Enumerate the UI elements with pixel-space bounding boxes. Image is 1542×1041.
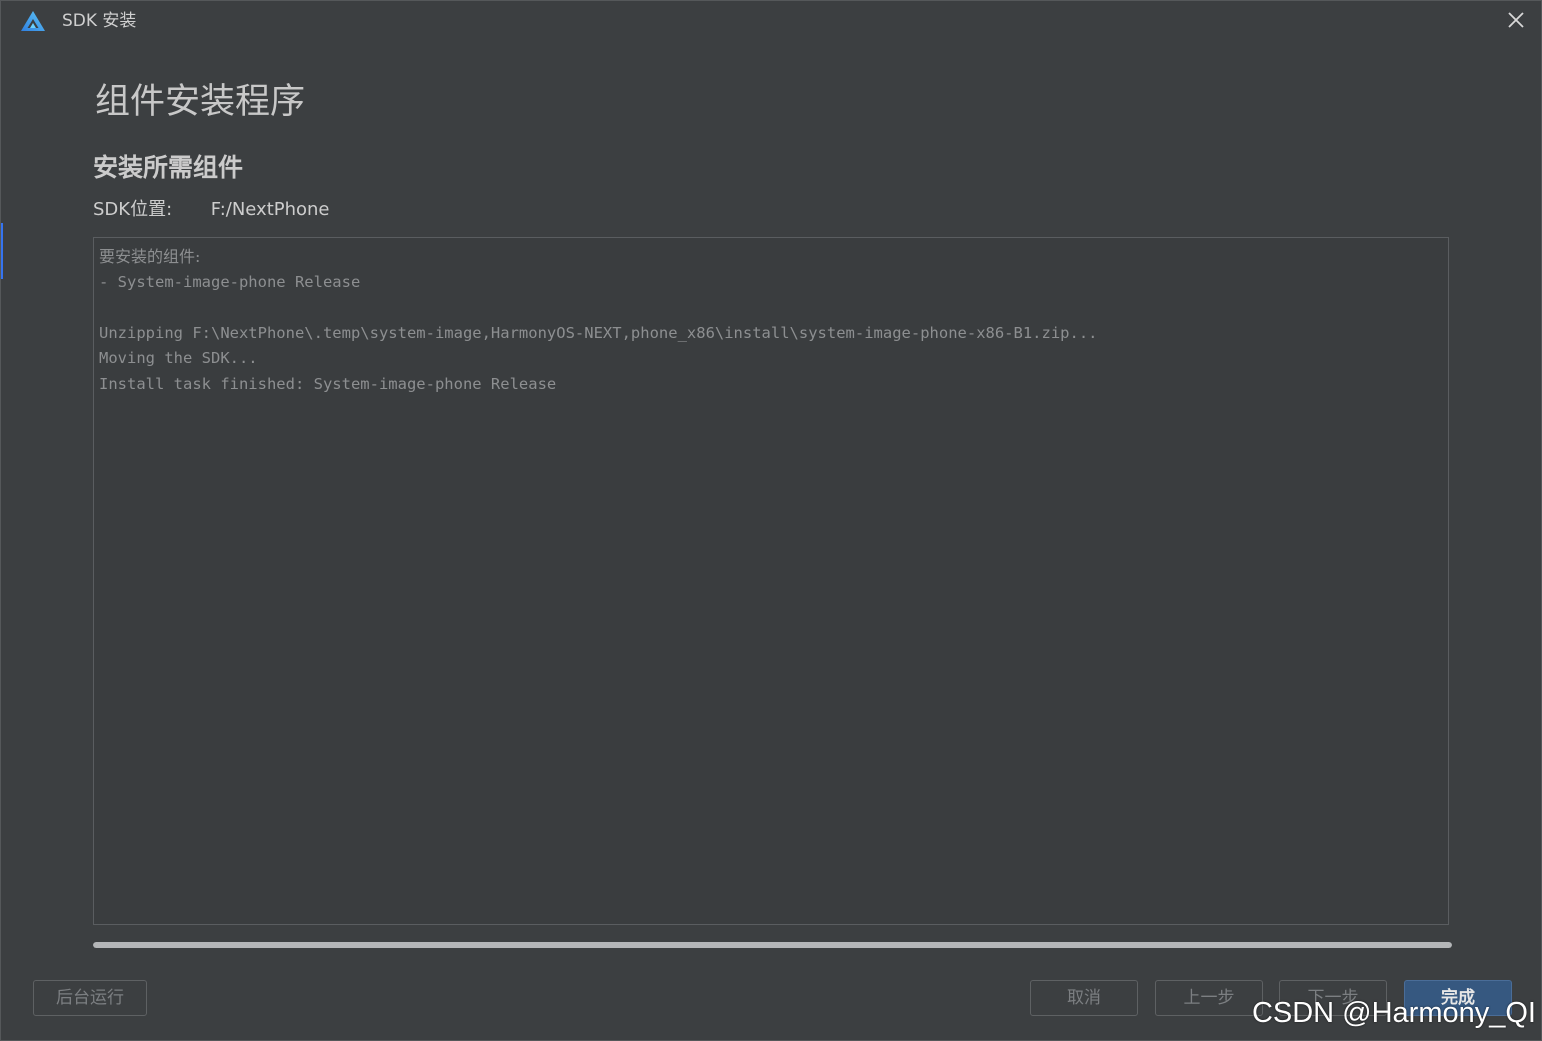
- log-line: Unzipping F:\NextPhone\.temp\system-imag…: [99, 323, 1098, 342]
- sdk-location-label: SDK位置:: [93, 199, 173, 220]
- previous-button[interactable]: 上一步: [1155, 980, 1263, 1016]
- page-title: 组件安装程序: [95, 82, 306, 122]
- log-line: Install task finished: System-image-phon…: [99, 374, 557, 393]
- section-title: 安装所需组件: [93, 153, 244, 182]
- cancel-button[interactable]: 取消: [1030, 980, 1138, 1016]
- run-in-background-button[interactable]: 后台运行: [33, 980, 147, 1016]
- sdk-install-dialog: SDK 安装 组件安装程序 安装所需组件 SDK位置: F:/NextPhone…: [0, 0, 1542, 1041]
- title-bar: SDK 安装: [1, 1, 1541, 41]
- next-button[interactable]: 下一步: [1279, 980, 1387, 1016]
- close-icon[interactable]: [1505, 9, 1527, 31]
- log-line: Moving the SDK...: [99, 349, 258, 367]
- sdk-location-value: F:/NextPhone: [210, 199, 330, 220]
- install-log-output[interactable]: 要安装的组件: - System-image-phone Release Unz…: [93, 237, 1449, 925]
- install-progress-bar: [93, 942, 1452, 948]
- step-indicator: [1, 223, 3, 279]
- finish-button[interactable]: 完成: [1404, 980, 1512, 1016]
- log-line: 要安装的组件:: [99, 247, 201, 266]
- sdk-location-row: SDK位置: F:/NextPhone: [93, 198, 330, 222]
- window-title: SDK 安装: [62, 11, 137, 31]
- harmony-logo-icon: [20, 10, 46, 32]
- progress-fill: [93, 942, 1452, 948]
- log-line: - System-image-phone Release: [99, 272, 361, 291]
